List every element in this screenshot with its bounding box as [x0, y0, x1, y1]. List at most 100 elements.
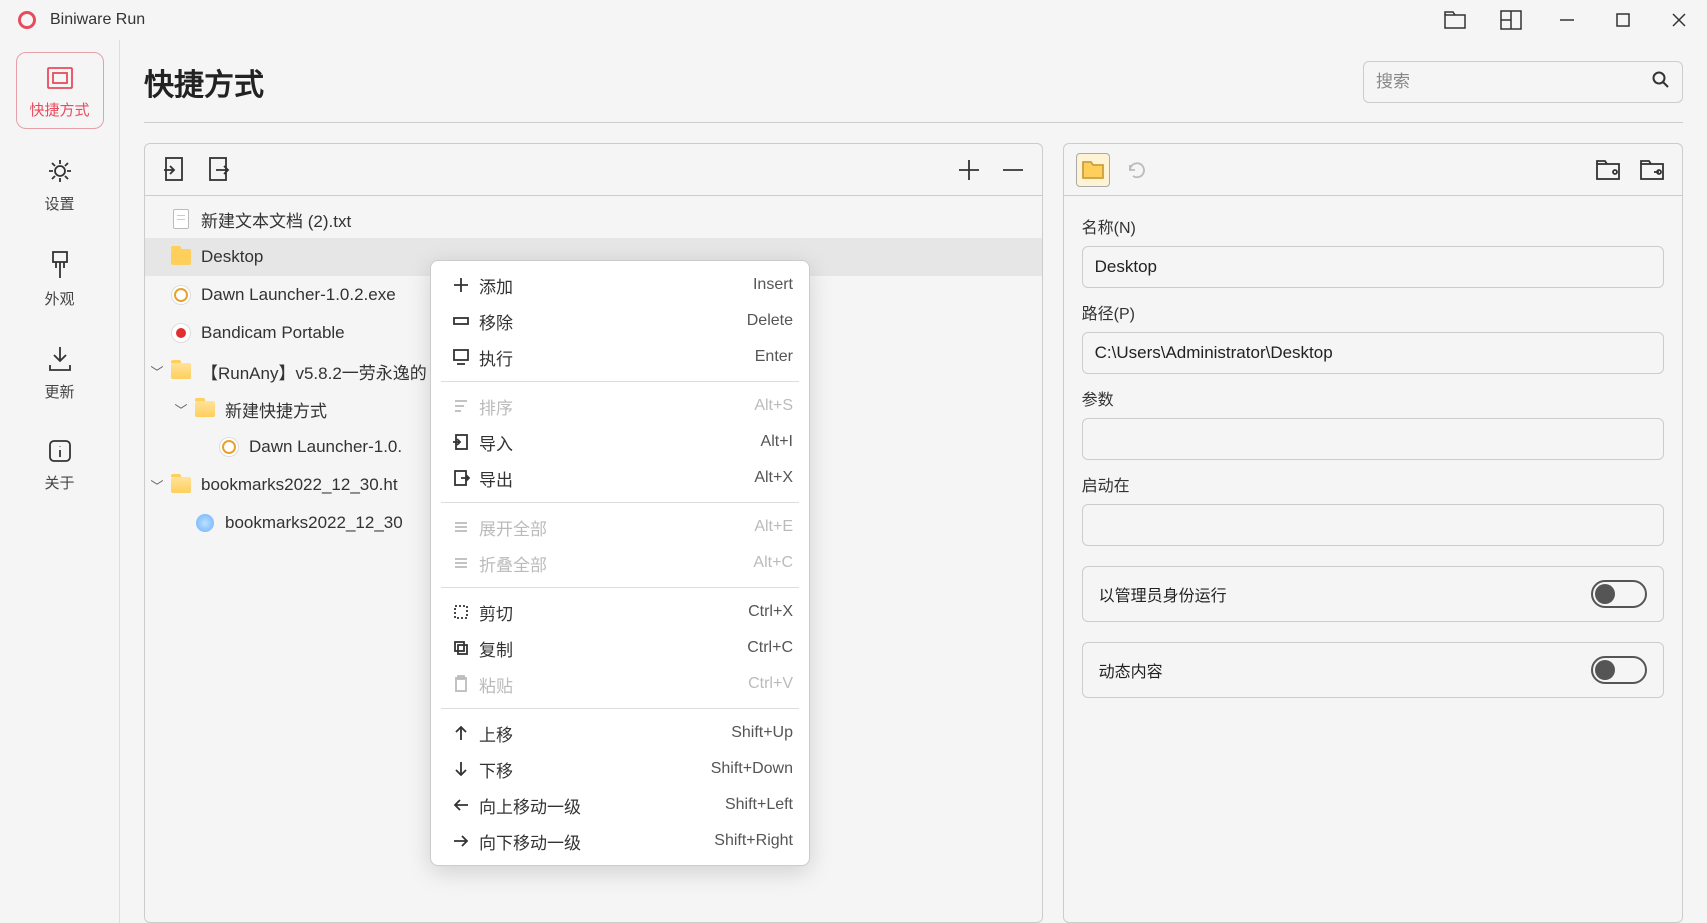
brush-icon	[47, 250, 73, 280]
minus-icon	[447, 312, 475, 330]
sidebar-item-label: 设置	[44, 193, 74, 214]
app-title: Biniware Run	[50, 11, 145, 29]
ctx-move-down[interactable]: 下移Shift+Down	[431, 751, 809, 787]
startin-field[interactable]	[1082, 504, 1664, 546]
sidebar-item-update[interactable]: 更新	[16, 333, 104, 410]
separator	[441, 502, 799, 503]
app-icon	[172, 286, 190, 304]
chevron-down-icon[interactable]: ﹀	[169, 400, 193, 419]
sidebar: 快捷方式 设置 外观 更新 关于	[0, 40, 120, 923]
ctx-move-up[interactable]: 上移Shift+Up	[431, 715, 809, 751]
arrow-up-icon	[447, 724, 475, 742]
name-label: 名称(N)	[1082, 214, 1664, 238]
sidebar-item-about[interactable]: 关于	[16, 426, 104, 501]
folder-icon	[171, 249, 191, 265]
dynamic-toggle[interactable]	[1591, 656, 1647, 684]
shortcuts-icon	[45, 65, 75, 91]
export-button[interactable]	[201, 153, 235, 187]
html-icon	[196, 514, 214, 532]
search-box[interactable]	[1363, 61, 1683, 103]
export-icon	[447, 469, 475, 487]
info-icon	[47, 438, 73, 464]
collapse-icon	[447, 554, 475, 572]
dynamic-label: 动态内容	[1099, 658, 1163, 682]
separator	[441, 708, 799, 709]
maximize-button[interactable]	[1595, 0, 1651, 40]
remove-button[interactable]	[996, 153, 1030, 187]
gear-icon	[46, 157, 74, 185]
import-button[interactable]	[157, 153, 191, 187]
ctx-import[interactable]: 导入Alt+I	[431, 424, 809, 460]
ctx-collapse-all: 折叠全部Alt+C	[431, 545, 809, 581]
arrow-right-icon	[447, 832, 475, 850]
ctx-copy[interactable]: 复制Ctrl+C	[431, 630, 809, 666]
ctx-remove[interactable]: 移除Delete	[431, 303, 809, 339]
arrow-down-icon	[447, 760, 475, 778]
tree-toolbar	[145, 144, 1042, 196]
panel-layout-button[interactable]	[1483, 0, 1539, 40]
context-menu[interactable]: 添加Insert 移除Delete 执行Enter 排序Alt+S 导入Alt+…	[430, 260, 810, 866]
arrow-left-icon	[447, 796, 475, 814]
sidebar-item-label: 更新	[44, 381, 74, 402]
minimize-button[interactable]	[1539, 0, 1595, 40]
sort-icon	[447, 397, 475, 415]
open-location-button[interactable]	[1076, 153, 1110, 187]
ctx-outdent[interactable]: 向上移动一级Shift+Left	[431, 787, 809, 823]
chevron-down-icon[interactable]: ﹀	[145, 362, 169, 381]
folder-variable-button[interactable]	[1636, 153, 1670, 187]
paste-icon	[447, 675, 475, 693]
ctx-export[interactable]: 导出Alt+X	[431, 460, 809, 496]
ctx-expand-all: 展开全部Alt+E	[431, 509, 809, 545]
import-icon	[447, 433, 475, 451]
app-logo-icon	[18, 11, 36, 29]
name-field[interactable]	[1082, 246, 1664, 288]
search-icon	[1652, 71, 1670, 94]
sidebar-item-label: 外观	[44, 288, 74, 309]
cut-icon	[447, 603, 475, 621]
path-field[interactable]	[1082, 332, 1664, 374]
titlebar: Biniware Run	[0, 0, 1707, 40]
sidebar-item-label: 关于	[44, 472, 74, 493]
add-button[interactable]	[952, 153, 986, 187]
copy-icon	[447, 639, 475, 657]
admin-toggle[interactable]	[1591, 580, 1647, 608]
ctx-add[interactable]: 添加Insert	[431, 267, 809, 303]
search-input[interactable]	[1376, 72, 1652, 92]
close-button[interactable]	[1651, 0, 1707, 40]
ctx-indent[interactable]: 向下移动一级Shift+Right	[431, 823, 809, 859]
args-field[interactable]	[1082, 418, 1664, 460]
file-icon	[173, 209, 189, 229]
tree-item[interactable]: 新建文本文档 (2).txt	[145, 200, 1042, 238]
ctx-sort: 排序Alt+S	[431, 388, 809, 424]
admin-row: 以管理员身份运行	[1082, 566, 1664, 622]
dynamic-row: 动态内容	[1082, 642, 1664, 698]
details-panel: 名称(N) 路径(P) 参数 启动在 以管理员身份运行 动态内容	[1063, 143, 1683, 923]
folder-open-button[interactable]	[1592, 153, 1626, 187]
open-folder-button[interactable]	[1427, 0, 1483, 40]
expand-icon	[447, 518, 475, 536]
app-icon	[172, 324, 190, 342]
plus-icon	[447, 276, 475, 294]
folder-icon	[171, 363, 191, 379]
folder-icon	[195, 401, 215, 417]
sidebar-item-appearance[interactable]: 外观	[16, 238, 104, 317]
page-title: 快捷方式	[144, 60, 264, 104]
run-icon	[447, 348, 475, 366]
admin-label: 以管理员身份运行	[1099, 582, 1227, 606]
separator	[441, 587, 799, 588]
sidebar-item-label: 快捷方式	[29, 99, 89, 120]
sidebar-item-shortcuts[interactable]: 快捷方式	[16, 52, 104, 129]
sidebar-item-settings[interactable]: 设置	[16, 145, 104, 222]
download-icon	[47, 345, 73, 373]
refresh-button	[1120, 153, 1154, 187]
separator	[441, 381, 799, 382]
details-toolbar	[1064, 144, 1682, 196]
startin-label: 启动在	[1082, 472, 1664, 496]
ctx-cut[interactable]: 剪切Ctrl+X	[431, 594, 809, 630]
chevron-down-icon[interactable]: ﹀	[145, 476, 169, 495]
ctx-paste: 粘贴Ctrl+V	[431, 666, 809, 702]
app-icon	[220, 438, 238, 456]
ctx-run[interactable]: 执行Enter	[431, 339, 809, 375]
args-label: 参数	[1082, 386, 1664, 410]
path-label: 路径(P)	[1082, 300, 1664, 324]
